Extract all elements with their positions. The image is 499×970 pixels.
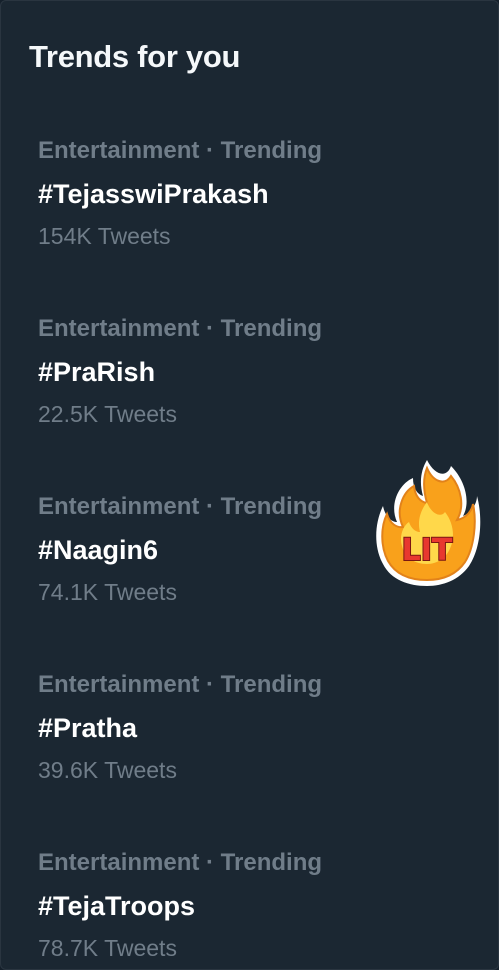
trend-count: 78.7K Tweets xyxy=(38,935,177,961)
panel-title: Trends for you xyxy=(29,39,241,74)
trend-item[interactable]: Entertainment · Trending #PraRish 22.5K … xyxy=(1,315,498,475)
trend-meta: Entertainment · Trending xyxy=(38,849,323,876)
trend-item[interactable]: Entertainment · Trending #Pratha 39.6K T… xyxy=(1,671,498,831)
trend-meta: Entertainment · Trending xyxy=(38,315,323,342)
trend-count: 22.5K Tweets xyxy=(38,401,177,427)
trend-name: #TejaTroops xyxy=(38,891,196,921)
sticker-text: LIT xyxy=(402,533,453,568)
trends-panel: Trends for you Entertainment · Trending … xyxy=(0,0,499,970)
fire-lit-sticker-icon: LIT xyxy=(376,460,481,586)
trend-item[interactable]: Entertainment · Trending #TejasswiPrakas… xyxy=(1,137,498,297)
trend-meta: Entertainment · Trending xyxy=(38,671,323,698)
trend-name: #PraRish xyxy=(38,357,156,387)
trend-count: 39.6K Tweets xyxy=(38,757,177,783)
trend-name: #Naagin6 xyxy=(38,535,159,565)
trend-name: #TejasswiPrakash xyxy=(38,179,269,209)
trend-count: 74.1K Tweets xyxy=(38,579,177,605)
trend-name: #Pratha xyxy=(38,713,138,743)
trend-meta: Entertainment · Trending xyxy=(38,493,323,520)
trend-item[interactable]: Entertainment · Trending #TejaTroops 78.… xyxy=(1,849,498,969)
trend-meta: Entertainment · Trending xyxy=(38,137,323,164)
trend-count: 154K Tweets xyxy=(38,223,171,249)
